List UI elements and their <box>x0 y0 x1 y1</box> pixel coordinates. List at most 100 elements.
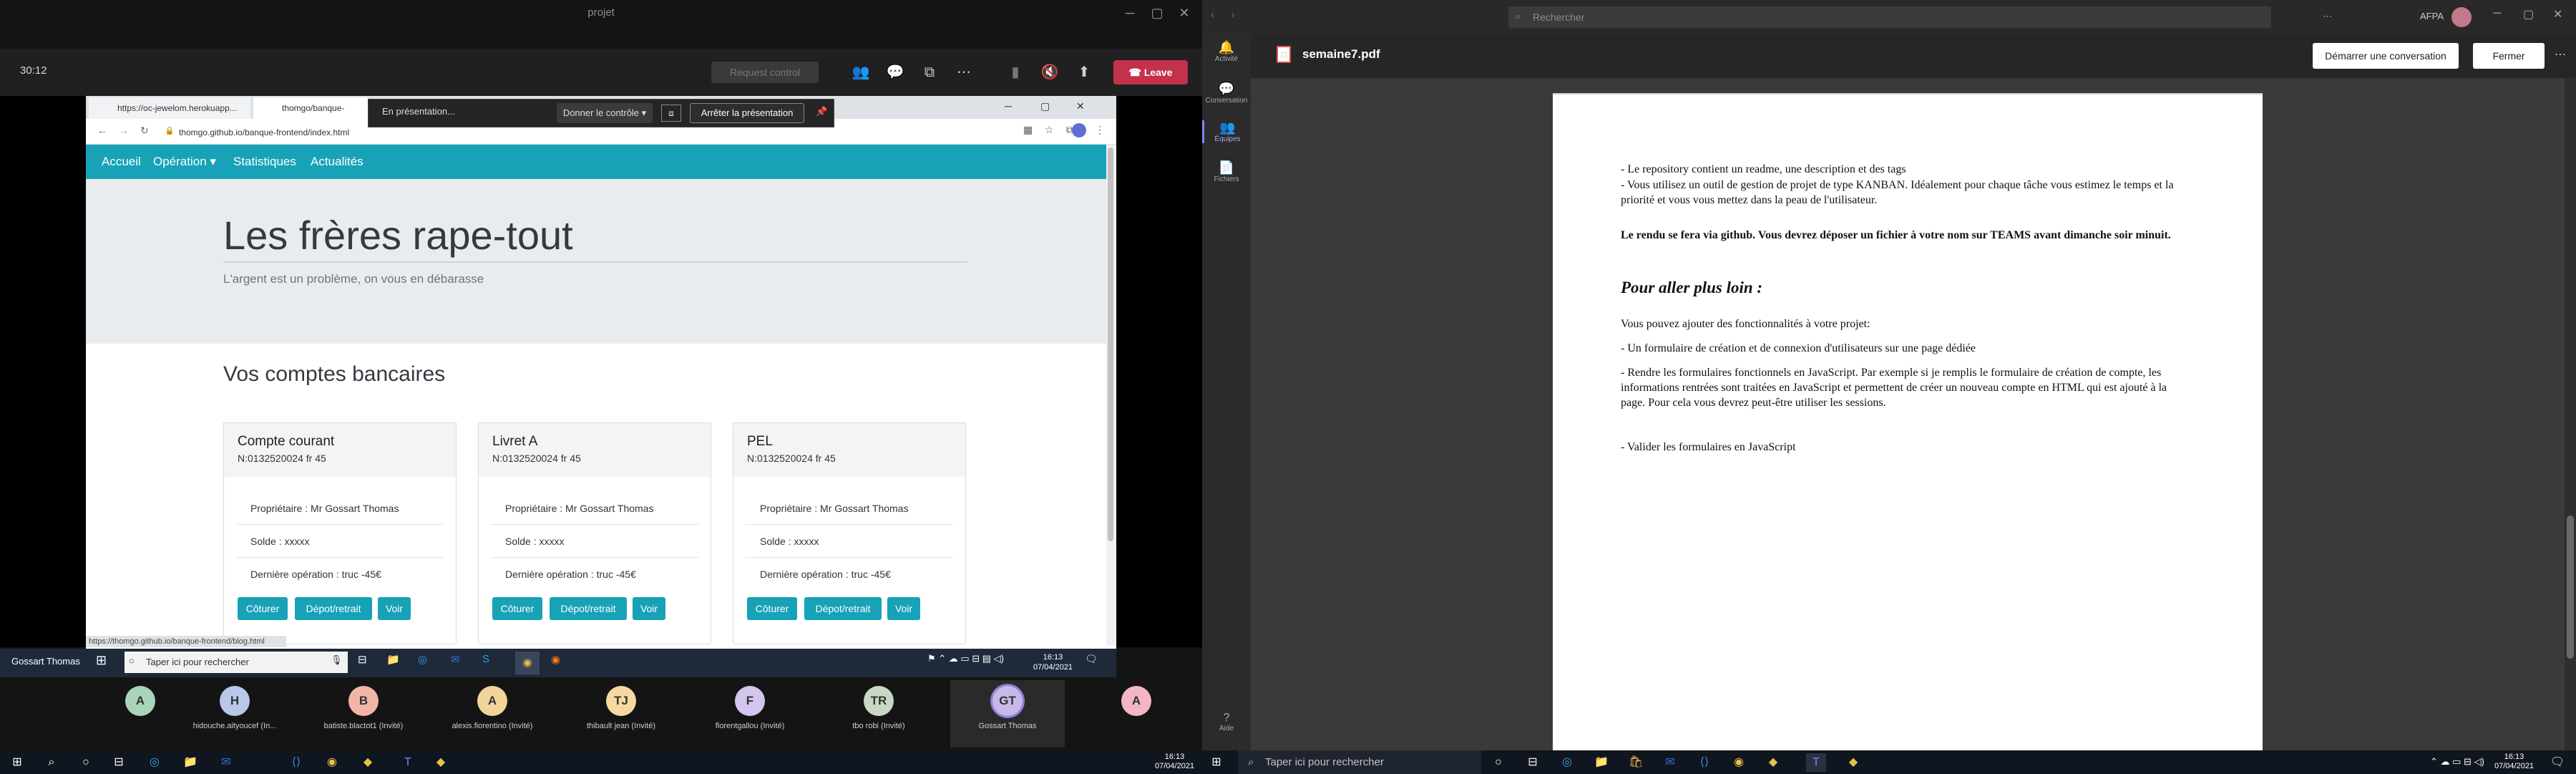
participant-tile[interactable]: TJ thibault jean (Invité) <box>564 680 678 748</box>
forward-icon[interactable]: → <box>119 125 129 136</box>
deposit-withdraw-button[interactable]: Dépot/retrait <box>550 597 627 620</box>
org-name[interactable]: AFPA <box>2420 11 2444 21</box>
view-button[interactable]: Voir <box>887 597 920 620</box>
app-icon[interactable]: ◆ <box>1763 753 1783 772</box>
participant-tile-active[interactable]: GT Gossart Thomas <box>950 680 1065 748</box>
task-view-icon[interactable]: ⊟ <box>109 753 129 772</box>
search-icon[interactable]: ⌕ <box>42 753 62 772</box>
file-explorer-icon[interactable]: 📁 <box>180 753 200 772</box>
more-options-icon[interactable]: ⋯ <box>2323 11 2332 22</box>
edge-icon[interactable]: ◎ <box>418 653 427 666</box>
mail-icon[interactable]: ✉ <box>216 753 236 772</box>
nav-operation[interactable]: Opération ▾ <box>153 145 216 179</box>
rail-activity[interactable]: 🔔 Activité <box>1202 40 1251 63</box>
minimize-icon[interactable]: ─ <box>2493 7 2501 20</box>
share-screen-icon[interactable]: ⬆ <box>1072 62 1096 83</box>
back-icon[interactable]: ← <box>97 125 107 136</box>
bookmark-star-icon[interactable]: ☆ <box>1045 124 1054 136</box>
browser-menu-icon[interactable]: ⋮ <box>1095 124 1105 136</box>
teams-search-input[interactable]: Rechercher <box>1508 6 2271 28</box>
rail-help[interactable]: ? Aide <box>1202 712 1251 732</box>
forward-icon[interactable]: › <box>1231 9 1234 21</box>
leave-button[interactable]: ☎ Leave <box>1113 60 1188 84</box>
vscode-icon[interactable]: ⟨⟩ <box>1694 753 1714 772</box>
teams-icon[interactable]: T <box>398 753 418 772</box>
rail-chat[interactable]: 💬 Conversation <box>1202 82 1251 105</box>
close-account-button[interactable]: Côturer <box>492 597 542 620</box>
user-avatar[interactable] <box>2451 7 2472 27</box>
browser-maximize-icon[interactable]: ▢ <box>1040 100 1050 112</box>
windows-start-icon[interactable]: ⊞ <box>96 653 107 668</box>
view-button[interactable]: Voir <box>633 597 665 620</box>
chat-icon[interactable]: 💬 <box>883 62 907 83</box>
vscode-icon[interactable]: ⟨⟩ <box>286 753 306 772</box>
chrome-icon[interactable]: ◉ <box>1729 753 1749 772</box>
edge-icon[interactable]: ◎ <box>145 753 165 772</box>
participant-tile[interactable]: Aalexis.fiorentino (Invité) <box>435 680 550 748</box>
system-tray-icons[interactable]: ⌃ ☁ ▭ ⊟ ◁) <box>2430 756 2484 768</box>
nav-actualites[interactable]: Actualités <box>311 145 364 179</box>
participant-tile[interactable]: A <box>1079 680 1194 748</box>
microphone-muted-icon[interactable]: 🔇 <box>1038 62 1062 83</box>
more-options-icon[interactable]: ⋯ <box>2555 47 2566 62</box>
profile-avatar[interactable] <box>1072 123 1086 137</box>
participant-tile[interactable]: Bbatiste.blactot1 (Invité) <box>306 680 421 748</box>
cortana-icon[interactable]: ○ <box>76 753 96 772</box>
qr-icon[interactable]: ▦ <box>1023 124 1033 136</box>
edge-icon[interactable]: ◎ <box>1557 753 1577 772</box>
task-view-icon[interactable]: ⊟ <box>358 653 367 666</box>
browser-close-icon[interactable]: ✕ <box>1076 100 1085 112</box>
close-icon[interactable]: ✕ <box>2553 7 2562 21</box>
participant-tile[interactable]: TR tbo robi (Invité) <box>821 680 936 748</box>
include-audio-icon[interactable]: ⧈ <box>661 105 681 122</box>
firefox-icon[interactable]: ◉ <box>551 653 560 666</box>
request-control-button[interactable]: Request control <box>711 62 819 83</box>
deposit-withdraw-button[interactable]: Dépot/retrait <box>295 597 372 620</box>
breakout-rooms-icon[interactable]: ⧉ <box>917 62 942 83</box>
participant-tile[interactable]: Hhidouche.aityoucef (In... <box>177 680 292 748</box>
camera-off-icon[interactable]: ▮ <box>1003 62 1028 83</box>
view-button[interactable]: Voir <box>378 597 411 620</box>
app-icon[interactable]: ◆ <box>358 753 378 772</box>
pdf-scrollbar-thumb[interactable] <box>2567 516 2574 659</box>
store-icon[interactable]: 🛍 <box>1626 753 1646 772</box>
windows-start-icon[interactable]: ⊞ <box>7 753 27 772</box>
skype-icon[interactable]: S <box>482 653 489 665</box>
outlook-icon[interactable]: ✉ <box>451 653 460 666</box>
app-icon[interactable]: ◆ <box>1843 753 1863 772</box>
browser-tab-active[interactable]: thomgo/banque-frontend... <box>253 97 368 135</box>
more-options-icon[interactable]: ⋯ <box>952 62 976 83</box>
close-file-button[interactable]: Fermer <box>2473 43 2545 69</box>
mail-icon[interactable]: ✉ <box>1660 753 1680 772</box>
app-icon[interactable]: ◆ <box>431 753 451 772</box>
notifications-icon[interactable]: 🗨 <box>1085 653 1098 665</box>
maximize-icon[interactable]: ▢ <box>2523 7 2534 21</box>
nav-accueil[interactable]: Accueil <box>102 145 141 179</box>
file-explorer-icon[interactable]: 📁 <box>386 653 400 666</box>
nav-statistiques[interactable]: Statistiques <box>233 145 296 179</box>
chrome-icon[interactable]: ◉ <box>322 753 342 772</box>
system-tray-icons[interactable]: ⚑ ⌃ ☁ ▭ ⊟ ▤ ◁) <box>927 653 1004 664</box>
teams-icon[interactable]: T <box>1806 753 1826 772</box>
deposit-withdraw-button[interactable]: Dépot/retrait <box>804 597 882 620</box>
file-explorer-icon[interactable]: 📁 <box>1591 753 1611 772</box>
participant-tile[interactable]: Fflorentgallou (Invité) <box>693 680 807 748</box>
browser-tab[interactable]: https://oc-jewelom.herokuapp... <box>89 97 250 119</box>
pin-icon[interactable]: 📌 <box>816 106 827 117</box>
back-icon[interactable]: ‹ <box>1211 9 1214 21</box>
close-account-button[interactable]: Côturer <box>747 597 797 620</box>
start-conversation-button[interactable]: Démarrer une conversation <box>2313 43 2459 69</box>
stop-presenting-button[interactable]: Arrêter la présentation <box>690 103 804 123</box>
taskbar-search-box[interactable]: Taper ici pour rechercher <box>1238 750 1481 774</box>
reload-icon[interactable]: ↻ <box>140 125 149 137</box>
browser-minimize-icon[interactable]: ─ <box>1005 100 1012 112</box>
chrome-icon[interactable]: ◉ <box>515 652 540 674</box>
notifications-icon[interactable]: 🗨 <box>2547 753 2567 772</box>
close-account-button[interactable]: Côturer <box>238 597 288 620</box>
page-scrollbar-thumb[interactable] <box>1108 147 1113 541</box>
rail-teams[interactable]: 👥 Équipes <box>1202 120 1251 143</box>
cortana-icon[interactable]: ○ <box>1488 753 1508 772</box>
participants-icon[interactable]: 👥 <box>849 62 873 83</box>
windows-start-icon[interactable]: ⊞ <box>1206 753 1226 772</box>
close-icon[interactable]: ✕ <box>1168 0 1201 26</box>
